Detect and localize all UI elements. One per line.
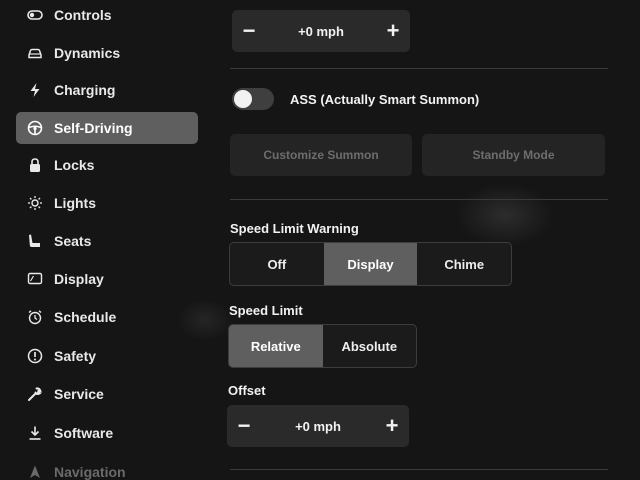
sidebar-item-locks[interactable]: Locks xyxy=(16,149,198,181)
alarm-clock-icon xyxy=(26,308,44,326)
sidebar-item-seats[interactable]: Seats xyxy=(16,225,198,257)
divider xyxy=(230,68,608,69)
increase-button[interactable]: + xyxy=(376,14,410,48)
offset-value: +0 mph xyxy=(295,418,341,434)
sidebar-item-label: Locks xyxy=(54,157,95,173)
sidebar-item-label: Navigation xyxy=(54,464,126,480)
stepper-value: +0 mph xyxy=(298,23,344,39)
option-absolute[interactable]: Absolute xyxy=(323,325,417,367)
sidebar-item-label: Schedule xyxy=(54,309,117,325)
wrench-icon xyxy=(26,385,44,403)
sidebar-item-service[interactable]: Service xyxy=(16,378,198,410)
offset-stepper: − +0 mph + xyxy=(227,405,409,447)
sidebar-item-display[interactable]: Display xyxy=(16,263,198,295)
sidebar-item-label: Charging xyxy=(54,82,116,98)
offset-label: Offset xyxy=(228,383,266,398)
sun-icon xyxy=(26,194,44,212)
settings-screen: Controls Dynamics Charging Self-Driving xyxy=(0,0,640,480)
sidebar-item-schedule[interactable]: Schedule xyxy=(16,301,198,333)
lightning-icon xyxy=(26,81,44,99)
speed-limit-warning-label: Speed Limit Warning xyxy=(230,221,359,236)
navigation-arrow-icon xyxy=(26,463,44,480)
increase-button[interactable]: + xyxy=(375,409,409,443)
seat-icon xyxy=(26,232,44,250)
settings-sidebar: Controls Dynamics Charging Self-Driving xyxy=(0,0,210,480)
sidebar-item-label: Seats xyxy=(54,233,92,249)
sidebar-item-label: Dynamics xyxy=(54,45,121,61)
sidebar-item-label: Self-Driving xyxy=(54,120,133,136)
lock-icon xyxy=(26,156,44,174)
car-icon xyxy=(26,44,44,62)
smart-summon-toggle[interactable] xyxy=(232,88,274,110)
sidebar-item-charging[interactable]: Charging xyxy=(16,74,198,106)
option-relative[interactable]: Relative xyxy=(229,325,323,367)
decrease-button[interactable]: − xyxy=(227,409,261,443)
top-speed-stepper: − +0 mph + xyxy=(232,10,410,52)
divider xyxy=(230,469,608,470)
option-chime[interactable]: Chime xyxy=(417,243,511,285)
sidebar-item-label: Display xyxy=(54,271,104,287)
standby-mode-button[interactable]: Standby Mode xyxy=(422,134,605,176)
smart-summon-row: ASS (Actually Smart Summon) xyxy=(232,88,479,110)
alert-circle-icon xyxy=(26,347,44,365)
speed-limit-warning-selector: Off Display Chime xyxy=(229,242,512,286)
divider xyxy=(230,199,608,200)
sidebar-item-dynamics[interactable]: Dynamics xyxy=(16,37,198,69)
display-icon xyxy=(26,270,44,288)
download-icon xyxy=(26,424,44,442)
sidebar-item-label: Controls xyxy=(54,7,112,23)
sidebar-item-label: Safety xyxy=(54,348,97,364)
smart-summon-label: ASS (Actually Smart Summon) xyxy=(290,91,480,107)
sidebar-item-lights[interactable]: Lights xyxy=(16,187,198,219)
sidebar-item-label: Service xyxy=(54,386,104,402)
sidebar-item-controls[interactable]: Controls xyxy=(16,0,198,31)
option-off[interactable]: Off xyxy=(230,243,324,285)
speed-limit-selector: Relative Absolute xyxy=(228,324,417,368)
speed-limit-label: Speed Limit xyxy=(229,303,303,318)
sidebar-item-software[interactable]: Software xyxy=(16,417,198,449)
decrease-button[interactable]: − xyxy=(232,14,266,48)
sidebar-item-label: Lights xyxy=(54,195,96,211)
sidebar-item-navigation[interactable]: Navigation xyxy=(16,456,198,480)
toggle-icon xyxy=(26,6,44,24)
toggle-knob xyxy=(234,90,252,108)
sidebar-item-label: Software xyxy=(54,425,114,441)
customize-summon-button[interactable]: Customize Summon xyxy=(230,134,412,176)
steering-wheel-icon xyxy=(26,119,44,137)
option-display[interactable]: Display xyxy=(323,243,418,285)
sidebar-item-safety[interactable]: Safety xyxy=(16,340,198,372)
sidebar-item-self-driving[interactable]: Self-Driving xyxy=(16,112,198,144)
self-driving-settings-panel: − +0 mph + ASS (Actually Smart Summon) C… xyxy=(226,0,616,480)
